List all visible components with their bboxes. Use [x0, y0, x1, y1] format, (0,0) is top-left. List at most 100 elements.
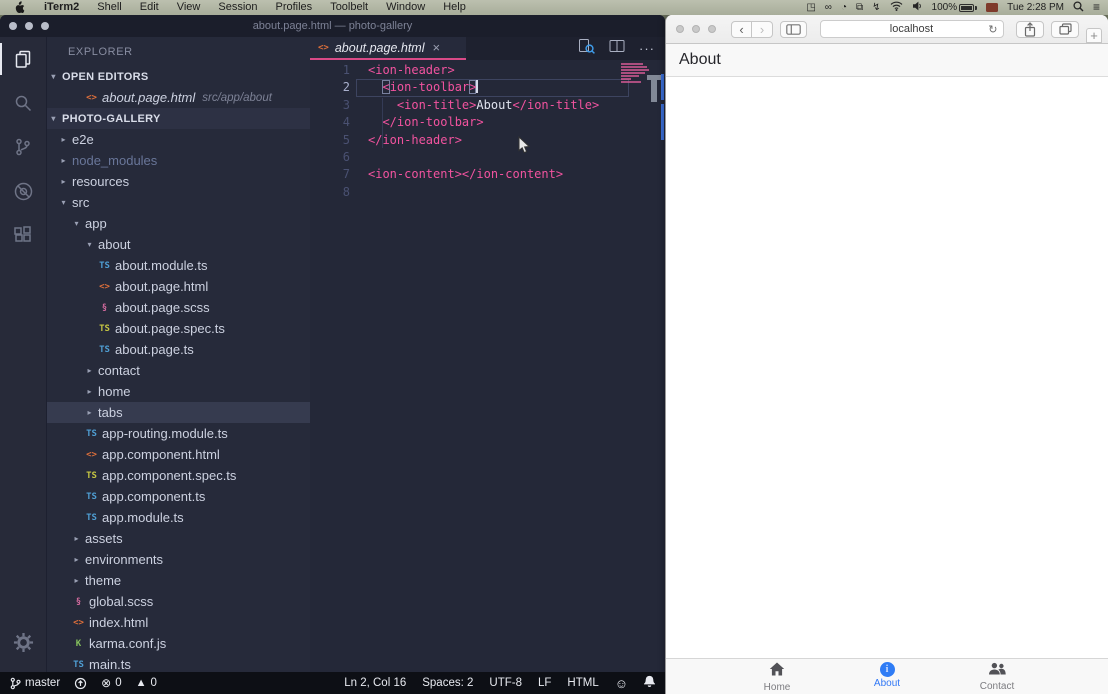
tree-folder-about[interactable]: ▾about	[47, 234, 310, 255]
time-machine-icon[interactable]: ∞	[825, 0, 832, 15]
tree-folder-home[interactable]: ▸home	[47, 381, 310, 402]
extensions-icon[interactable]	[0, 213, 47, 257]
address-bar[interactable]: localhost ↻	[820, 20, 1004, 38]
more-actions-icon[interactable]: ···	[639, 41, 655, 56]
window-controls[interactable]	[676, 25, 716, 33]
menu-item-view[interactable]: View	[168, 0, 210, 15]
split-editor-icon[interactable]	[609, 39, 625, 58]
back-button[interactable]: ‹	[731, 21, 752, 38]
git-branch-indicator[interactable]: master	[10, 677, 60, 690]
explorer-icon[interactable]	[0, 37, 47, 81]
forward-button[interactable]: ›	[752, 21, 773, 38]
indentation-indicator[interactable]: Spaces: 2	[422, 677, 473, 689]
tree-folder-contact[interactable]: ▸contact	[47, 360, 310, 381]
code-line-1[interactable]: 1<ion-header>	[310, 62, 665, 79]
notifications-bell-icon[interactable]	[644, 675, 655, 691]
language-mode-indicator[interactable]: HTML	[567, 677, 598, 689]
encoding-indicator[interactable]: UTF-8	[489, 677, 522, 689]
open-editor-item[interactable]: <>about.page.htmlsrc/app/about	[47, 87, 310, 108]
tree-file-app.component.spec.ts[interactable]: TSapp.component.spec.ts	[47, 465, 310, 486]
tree-folder-src[interactable]: ▾src	[47, 192, 310, 213]
tree-file-index.html[interactable]: <>index.html	[47, 612, 310, 633]
close-window-button[interactable]	[676, 25, 684, 33]
code-line-6[interactable]: 6	[310, 149, 665, 166]
tree-file-global.scss[interactable]: §global.scss	[47, 591, 310, 612]
tab-overview-button[interactable]	[1051, 21, 1079, 38]
menu-item-profiles[interactable]: Profiles	[267, 0, 322, 15]
menu-item-shell[interactable]: Shell	[88, 0, 130, 15]
battery-indicator[interactable]: 100%	[932, 0, 978, 15]
errors-indicator[interactable]: ⊗0	[101, 676, 121, 690]
tree-folder-environments[interactable]: ▸environments	[47, 549, 310, 570]
menu-item-session[interactable]: Session	[209, 0, 266, 15]
cursor-position-indicator[interactable]: Ln 2, Col 16	[344, 677, 406, 689]
search-icon[interactable]	[0, 81, 47, 125]
source-control-icon[interactable]	[0, 125, 47, 169]
zoom-window-button[interactable]	[708, 25, 716, 33]
warnings-indicator[interactable]: ▲0	[136, 677, 157, 689]
minimap[interactable]	[621, 63, 649, 84]
menu-item-help[interactable]: Help	[434, 0, 475, 15]
tree-folder-tabs[interactable]: ▸tabs	[47, 402, 310, 423]
safari-toolbar[interactable]: ‹ › localhost ↻ +	[666, 15, 1108, 44]
display-mirroring-icon[interactable]: ⧉	[856, 0, 863, 15]
menu-item-iterm2[interactable]: iTerm2	[35, 0, 88, 15]
clock-icon[interactable]: ◔	[841, 0, 847, 15]
volume-icon[interactable]	[912, 1, 923, 14]
tree-folder-node_modules[interactable]: ▸node_modules	[47, 150, 310, 171]
publish-changes-button[interactable]	[74, 677, 87, 690]
code-line-4[interactable]: 4 </ion-toolbar>	[310, 114, 665, 131]
apple-menu-icon[interactable]	[14, 1, 25, 14]
energy-icon[interactable]: ↯	[872, 0, 880, 15]
menu-bar-clock[interactable]: Tue 2:28 PM	[1007, 0, 1064, 15]
wifi-icon[interactable]	[890, 1, 903, 14]
open-editors-header[interactable]: ▾OPEN EDITORS	[47, 66, 310, 87]
ionic-tab-home[interactable]: Home	[722, 659, 832, 694]
menu-item-edit[interactable]: Edit	[131, 0, 168, 15]
code-line-2[interactable]: 2 <ion-toolbar>	[310, 79, 665, 96]
tree-folder-resources[interactable]: ▸resources	[47, 171, 310, 192]
tree-folder-e2e[interactable]: ▸e2e	[47, 129, 310, 150]
debug-icon[interactable]	[0, 169, 47, 213]
settings-gear-icon[interactable]	[0, 620, 47, 664]
sidebar-toggle-button[interactable]	[780, 21, 807, 38]
feedback-smiley-icon[interactable]: ☺	[615, 676, 628, 691]
project-root-header[interactable]: ▾PHOTO-GALLERY	[47, 108, 310, 129]
tree-folder-assets[interactable]: ▸assets	[47, 528, 310, 549]
tree-file-about.page.scss[interactable]: §about.page.scss	[47, 297, 310, 318]
tree-file-about.page.ts[interactable]: TSabout.page.ts	[47, 339, 310, 360]
tree-file-app.component.html[interactable]: <>app.component.html	[47, 444, 310, 465]
menu-item-window[interactable]: Window	[377, 0, 434, 15]
tree-file-app-routing.module.ts[interactable]: TSapp-routing.module.ts	[47, 423, 310, 444]
reload-icon[interactable]: ↻	[988, 23, 997, 36]
tab-about-page-html[interactable]: <> about.page.html ×	[310, 37, 466, 60]
code-line-3[interactable]: 3 <ion-title>About</ion-title>	[310, 97, 665, 114]
code-line-5[interactable]: 5</ion-header>	[310, 132, 665, 149]
code-area[interactable]: 1<ion-header>2 <ion-toolbar>3 <ion-title…	[310, 60, 665, 672]
eol-indicator[interactable]: LF	[538, 677, 551, 689]
share-button[interactable]	[1016, 21, 1044, 38]
ionic-tab-about[interactable]: iAbout	[832, 659, 942, 694]
tree-file-about.module.ts[interactable]: TSabout.module.ts	[47, 255, 310, 276]
new-tab-button[interactable]: +	[1086, 28, 1102, 43]
open-preview-icon[interactable]	[578, 38, 595, 59]
tree-file-app.component.ts[interactable]: TSapp.component.ts	[47, 486, 310, 507]
code-line-7[interactable]: 7<ion-content></ion-content>	[310, 166, 665, 183]
tree-file-about.page.spec.ts[interactable]: TSabout.page.spec.ts	[47, 318, 310, 339]
minimize-window-button[interactable]	[692, 25, 700, 33]
tree-folder-theme[interactable]: ▸theme	[47, 570, 310, 591]
tree-file-about.page.html[interactable]: <>about.page.html	[47, 276, 310, 297]
menu-item-toolbelt[interactable]: Toolbelt	[321, 0, 377, 15]
screen-record-icon[interactable]: ◳	[806, 0, 815, 15]
tab-close-icon[interactable]: ×	[433, 40, 441, 55]
ionic-tab-contact[interactable]: Contact	[942, 659, 1052, 694]
tree-file-app.module.ts[interactable]: TSapp.module.ts	[47, 507, 310, 528]
code-line-8[interactable]: 8	[310, 184, 665, 201]
spotlight-icon[interactable]	[1073, 1, 1084, 15]
editor-scrollbar[interactable]	[651, 80, 657, 102]
input-source-flag-icon[interactable]	[986, 3, 998, 12]
notification-center-icon[interactable]: ≡	[1093, 0, 1100, 15]
vscode-titlebar[interactable]: about.page.html — photo-gallery	[0, 15, 665, 37]
tree-file-karma.conf.js[interactable]: Kkarma.conf.js	[47, 633, 310, 654]
tree-folder-app[interactable]: ▾app	[47, 213, 310, 234]
